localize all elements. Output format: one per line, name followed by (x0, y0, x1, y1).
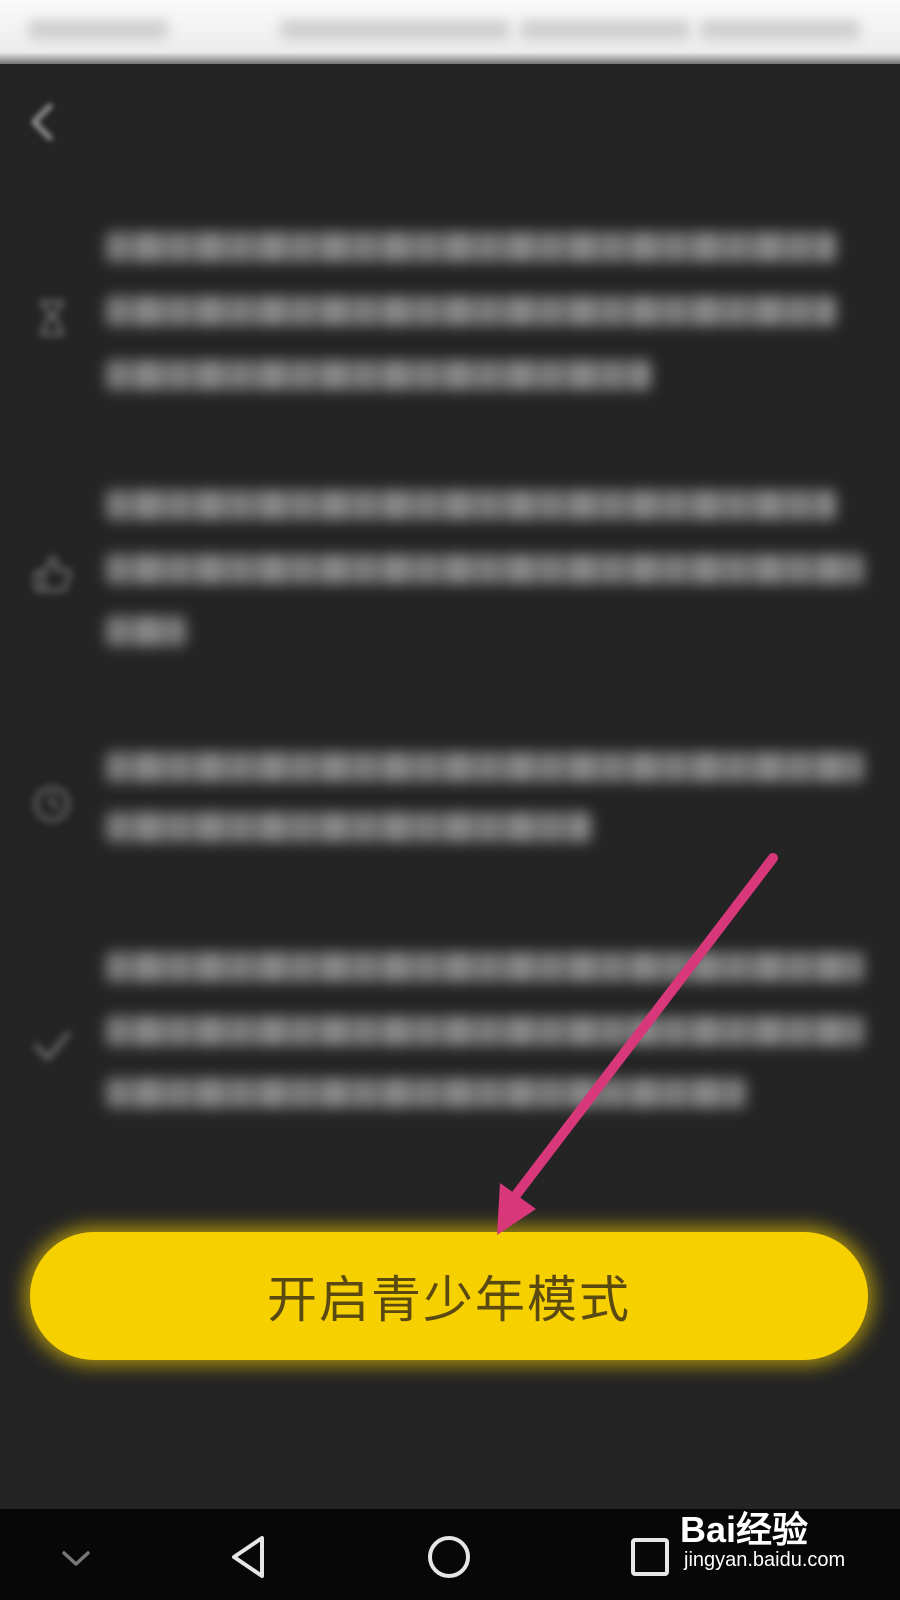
watermark-url: jingyan.baidu.com (684, 1549, 846, 1571)
watermark-brand: Bai经验 (680, 1509, 809, 1550)
info-text-line (106, 812, 591, 842)
status-bar-shadow (0, 52, 900, 64)
status-battery-blur (700, 20, 860, 40)
info-text-line (106, 1078, 746, 1108)
triangle-back-icon (232, 1536, 264, 1578)
info-text-line (106, 232, 836, 262)
info-text-line (106, 952, 864, 982)
status-bar (0, 0, 900, 64)
chevron-down-icon (62, 1551, 90, 1566)
enable-youth-mode-button[interactable]: 开启青少年模式 (30, 1232, 868, 1360)
nav-home-button[interactable] (421, 1529, 477, 1585)
square-recents-icon (631, 1538, 669, 1576)
circle-home-icon (428, 1536, 470, 1578)
info-text-line (106, 296, 836, 326)
status-carrier-blur (28, 20, 168, 40)
info-item-3 (0, 744, 900, 874)
info-text-line (106, 1016, 864, 1046)
clock-icon (30, 782, 74, 826)
baidu-jingyan-watermark: Bai经验 jingyan.baidu.com (680, 1497, 870, 1583)
nav-back-button[interactable] (222, 1529, 278, 1585)
info-text-line (106, 554, 864, 584)
check-icon (30, 1024, 74, 1068)
hourglass-icon (30, 296, 74, 340)
info-text-line (106, 752, 864, 782)
info-item-1 (0, 224, 900, 404)
thumbs-up-icon (30, 552, 74, 596)
status-indicators-blur-2 (520, 20, 690, 40)
info-item-4 (0, 944, 900, 1124)
info-item-2 (0, 482, 900, 662)
back-button[interactable] (18, 94, 68, 150)
status-indicators-blur (280, 20, 510, 40)
collapse-nav-button[interactable] (48, 1529, 104, 1585)
info-text-line (106, 616, 186, 646)
nav-recents-button[interactable] (622, 1529, 678, 1585)
info-text-line (106, 360, 651, 390)
back-arrow-icon (31, 103, 53, 141)
info-text-line (106, 490, 836, 520)
